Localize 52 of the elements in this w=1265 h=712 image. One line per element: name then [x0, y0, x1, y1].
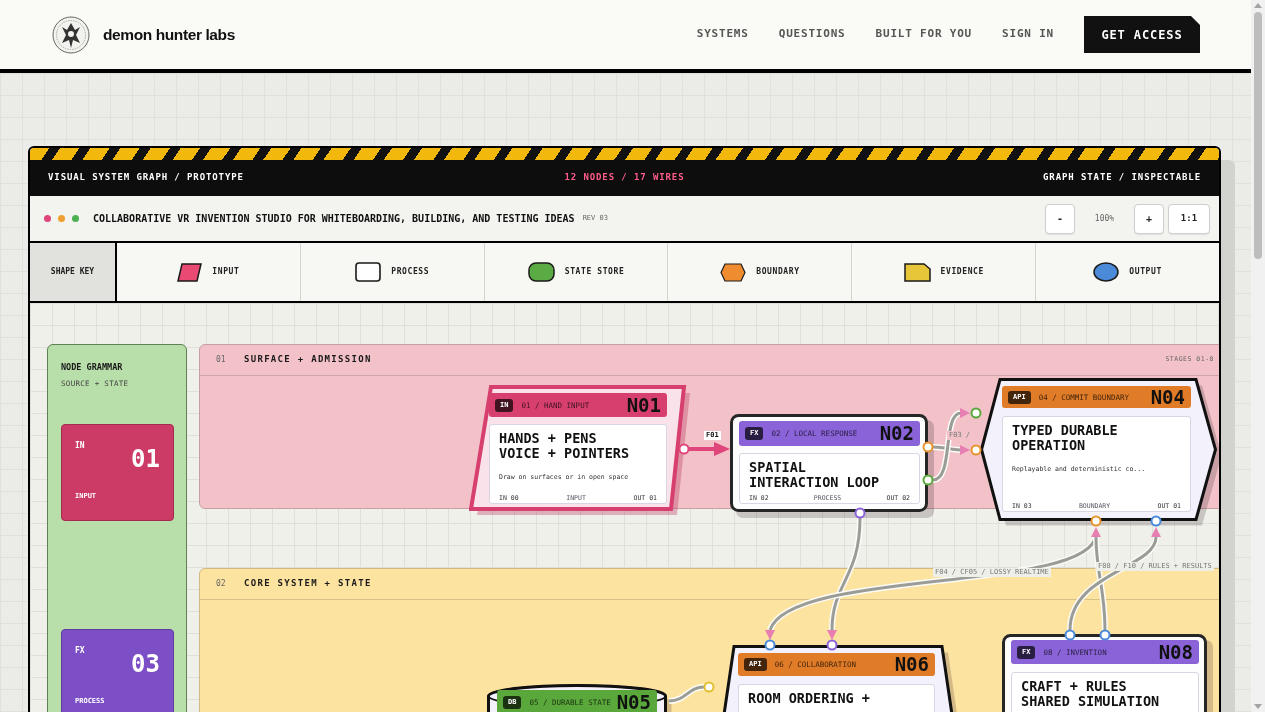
- status-title: VISUAL SYSTEM GRAPH / PROTOTYPE: [48, 171, 245, 185]
- scrollbar[interactable]: [1251, 0, 1265, 712]
- shape-key-label: OUTPUT: [1129, 266, 1162, 278]
- card-tag: FX: [75, 647, 85, 655]
- zoom-in-button[interactable]: +: [1134, 203, 1164, 234]
- node-id: N05: [616, 692, 651, 712]
- connector-wire: [668, 684, 705, 704]
- parallelogram-icon: [177, 262, 203, 282]
- get-access-button[interactable]: GET ACCESS: [1084, 16, 1200, 53]
- shape-key-label: STATE STORE: [564, 266, 625, 278]
- ellipse-icon: [1093, 262, 1120, 282]
- pill-icon: [527, 262, 555, 282]
- node-id: N04: [1150, 387, 1185, 407]
- graph-title: COLLABORATIVE VR INVENTION STUDIO FOR WHITEBOARDING, BUILDING, AND TESTING IDEAS: [93, 212, 575, 226]
- node-title: HANDS + PENS VOICE + POINTERS: [499, 431, 631, 461]
- hexagon-icon: [720, 262, 747, 282]
- scrollbar-thumb[interactable]: [1254, 12, 1262, 259]
- graph-state: GRAPH STATE / INSPECTABLE: [1042, 171, 1201, 185]
- emblem-logo[interactable]: [52, 15, 90, 54]
- graph-count: 12 NODES / 17 WIRES: [563, 171, 686, 185]
- zoom-out-button[interactable]: -: [1045, 203, 1075, 234]
- node-title: SPATIAL INTERACTION LOOP: [749, 460, 881, 490]
- connector-wire: [689, 442, 730, 456]
- card-number: 01: [131, 447, 160, 471]
- stage-number: 02: [216, 578, 227, 590]
- node-title: CRAFT + RULES SHARED SIMULATION: [1021, 679, 1161, 709]
- clipped-card-icon: [903, 262, 931, 282]
- reset-zoom-button[interactable]: 1:1: [1168, 203, 1210, 234]
- shape-key-heading: SHAPE KEY: [30, 243, 117, 301]
- brand-name[interactable]: demon hunter labs: [103, 22, 235, 47]
- stage-title: SURFACE + ADMISSION: [244, 353, 372, 367]
- node-title: ROOM ORDERING +: [748, 691, 871, 706]
- zoom-level: 100%: [1093, 212, 1116, 225]
- node-id: N06: [894, 655, 929, 674]
- node-id: N01: [626, 395, 661, 415]
- stage-number: 01: [216, 354, 227, 366]
- panel-title: NODE GRAMMAR: [61, 362, 124, 373]
- shape-key-label: INPUT: [212, 266, 240, 278]
- nav-link[interactable]: SIGN IN: [1002, 26, 1054, 43]
- stage-title: CORE SYSTEM + STATE: [244, 577, 372, 591]
- node-title: TYPED DURABLE OPERATION: [1012, 423, 1119, 453]
- nav-link[interactable]: SYSTEMS: [696, 26, 749, 43]
- rounded-rectangle-icon: [355, 262, 382, 282]
- card-number: 03: [131, 652, 160, 676]
- card-tag: IN: [75, 442, 85, 450]
- shape-key-label: BOUNDARY: [756, 266, 800, 278]
- node-id: N08: [1158, 642, 1193, 662]
- node-id: N02: [879, 424, 914, 443]
- shape-key-label: EVIDENCE: [940, 266, 984, 278]
- nav-link[interactable]: BUILT FOR YOU: [875, 26, 973, 43]
- shape-key-label: PROCESS: [391, 266, 430, 278]
- nav-link[interactable]: QUESTIONS: [778, 26, 846, 43]
